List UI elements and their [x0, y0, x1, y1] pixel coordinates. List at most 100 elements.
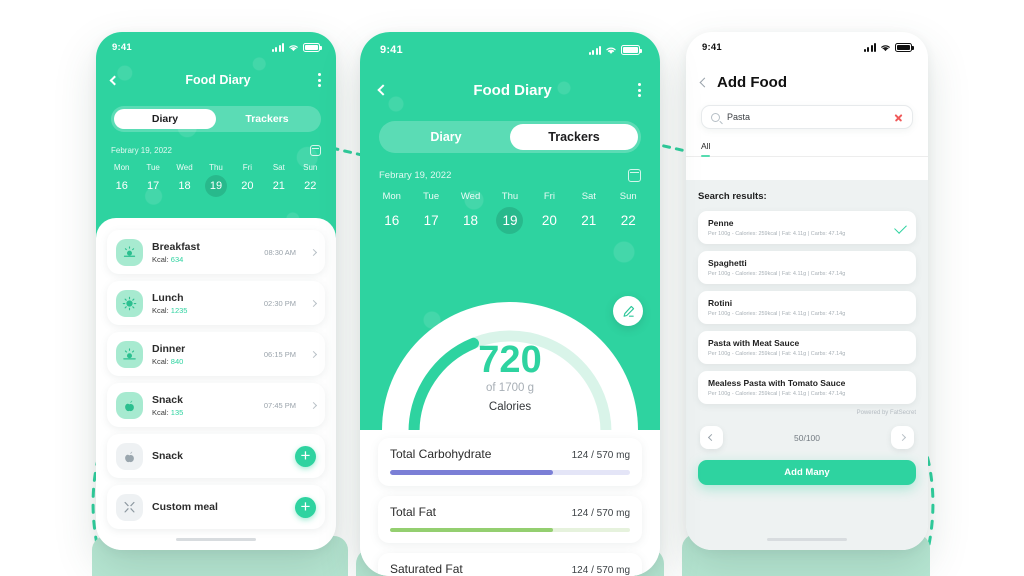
- day-cell-selected[interactable]: Thu 19: [200, 163, 231, 197]
- meal-time: 06:15 PM: [263, 349, 296, 359]
- nutrient-name: Total Carbohydrate: [390, 447, 492, 461]
- meal-name: Dinner: [152, 342, 186, 355]
- tab-trackers[interactable]: Trackers: [216, 109, 318, 129]
- next-page-button[interactable]: [891, 426, 914, 449]
- calorie-gauge: 720 of 1700 g Calories: [360, 296, 660, 562]
- tab-diary[interactable]: Diary: [114, 109, 216, 129]
- nutrient-progress-fill: [390, 470, 554, 475]
- meal-name: Breakfast: [152, 240, 200, 253]
- meal-row-snack[interactable]: Snack Kcal: 135 07:45 PM: [107, 383, 325, 427]
- day-cell-selected[interactable]: Thu 19: [490, 191, 529, 234]
- tab-trackers[interactable]: Trackers: [510, 124, 638, 150]
- result-meta: Per 100g - Calories: 259kcal | Fat: 4.11…: [708, 231, 846, 237]
- chevron-right-icon[interactable]: [309, 299, 318, 307]
- day-cell[interactable]: Sun 22: [609, 191, 648, 234]
- nutrient-card-total-fat[interactable]: Total Fat 124 / 570 mg: [378, 495, 642, 543]
- edit-goal-button[interactable]: [613, 296, 643, 326]
- nutrient-card-carbohydrate[interactable]: Total Carbohydrate 124 / 570 mg: [378, 438, 642, 486]
- meal-row-lunch[interactable]: Lunch Kcal: 1235 02:30 PM: [107, 281, 325, 325]
- chevron-left-icon: [707, 433, 716, 442]
- cutlery-icon: [116, 493, 143, 521]
- meal-kcal: Kcal: 1235: [152, 306, 255, 315]
- back-icon[interactable]: [377, 84, 389, 96]
- prev-page-button[interactable]: [700, 426, 723, 449]
- chevron-right-icon[interactable]: [309, 401, 318, 409]
- day-number: 16: [384, 213, 400, 228]
- meal-time: 07:45 PM: [263, 400, 296, 410]
- result-row-pasta-meat-sauce[interactable]: Pasta with Meat Sauce Per 100g - Calorie…: [698, 331, 916, 364]
- kebab-menu-icon[interactable]: [317, 73, 321, 87]
- chevron-right-icon[interactable]: [309, 248, 318, 256]
- day-of-week: Sat: [581, 191, 596, 202]
- meal-row-breakfast[interactable]: Breakfast Kcal: 634 08:30 AM: [107, 230, 325, 274]
- back-icon[interactable]: [109, 75, 120, 85]
- fruit-icon: [116, 391, 143, 419]
- day-cell[interactable]: Sun 22: [295, 163, 326, 197]
- add-snack-button[interactable]: [295, 445, 316, 467]
- tab-trackers-label: Trackers: [548, 130, 600, 144]
- search-field[interactable]: Pasta: [701, 105, 913, 129]
- phone-screen-diary: 9:41 Food Diary Diary Trackers Febrary 1…: [96, 32, 336, 550]
- page-indicator: 50/100: [794, 432, 820, 443]
- day-cell[interactable]: Tue 17: [137, 163, 168, 197]
- result-name: Spaghetti: [708, 258, 747, 268]
- result-text: Pasta with Meat Sauce Per 100g - Calorie…: [708, 338, 906, 357]
- add-custom-meal-button[interactable]: [295, 496, 316, 518]
- nutrient-card-saturated-fat[interactable]: Saturated Fat 124 / 570 mg: [378, 553, 642, 576]
- signal-bars-icon: [588, 45, 601, 55]
- result-row-rotini[interactable]: Rotini Per 100g - Calories: 259kcal | Fa…: [698, 291, 916, 324]
- nutrient-header: Saturated Fat 124 / 570 mg: [390, 562, 630, 576]
- chevron-right-icon: [898, 433, 907, 442]
- kcal-value: 840: [170, 356, 184, 366]
- result-row-mealess-pasta[interactable]: Mealess Pasta with Tomato Sauce Per 100g…: [698, 371, 916, 404]
- day-of-week: Thu: [209, 163, 223, 172]
- calendar-icon[interactable]: [310, 145, 321, 156]
- tab-trackers-label: Trackers: [245, 113, 289, 125]
- tab-diary[interactable]: Diary: [382, 124, 510, 150]
- gauge-readout: 720 of 1700 g Calories: [360, 340, 660, 413]
- day-cell[interactable]: Tue 17: [411, 191, 450, 234]
- day-number: 22: [304, 180, 317, 192]
- result-name: Pasta with Meat Sauce: [708, 338, 800, 348]
- result-text: Rotini Per 100g - Calories: 259kcal | Fa…: [708, 298, 906, 317]
- meal-time: 02:30 PM: [263, 298, 296, 308]
- back-icon[interactable]: [699, 77, 710, 88]
- gauge-caption: Calories: [488, 401, 532, 413]
- signal-bars-icon: [271, 42, 284, 52]
- kebab-menu-icon[interactable]: [638, 83, 641, 97]
- results-panel: Search results: Penne Per 100g - Calorie…: [686, 180, 928, 550]
- chevron-right-icon[interactable]: [309, 350, 318, 358]
- day-cell[interactable]: Sat 21: [569, 191, 608, 234]
- page-title: Food Diary: [185, 73, 251, 87]
- results-header: Search results:: [698, 191, 767, 202]
- day-cell[interactable]: Wed 18: [451, 191, 490, 234]
- meal-row-dinner[interactable]: Dinner Kcal: 840 06:15 PM: [107, 332, 325, 376]
- day-cell[interactable]: Fri 20: [232, 163, 263, 197]
- calendar-icon[interactable]: [628, 169, 641, 182]
- result-row-penne[interactable]: Penne Per 100g - Calories: 259kcal | Fat…: [698, 211, 916, 244]
- day-cell[interactable]: Wed 18: [169, 163, 200, 197]
- day-cell[interactable]: Mon 16: [372, 191, 411, 234]
- meal-row-custom-meal[interactable]: Custom meal: [107, 485, 325, 529]
- day-of-week: Fri: [242, 163, 253, 172]
- meal-kcal: Kcal: 840: [152, 357, 255, 366]
- result-name: Mealess Pasta with Tomato Sauce: [708, 378, 846, 388]
- search-input[interactable]: Pasta: [727, 112, 887, 122]
- day-cell[interactable]: Fri 20: [530, 191, 569, 234]
- day-cell[interactable]: Sat 21: [263, 163, 294, 197]
- meal-name: Custom meal: [152, 501, 218, 513]
- day-of-week: Tue: [146, 163, 160, 172]
- clear-x-icon[interactable]: [894, 113, 903, 122]
- page-title: Add Food: [717, 74, 787, 91]
- add-many-button[interactable]: Add Many: [698, 460, 916, 485]
- fruit-grey-icon: [116, 442, 143, 470]
- day-cell[interactable]: Mon 16: [106, 163, 137, 197]
- check-icon: [894, 221, 907, 234]
- tab-diary-label: Diary: [151, 113, 179, 125]
- day-of-week: Fri: [543, 191, 555, 202]
- result-name: Penne: [708, 218, 734, 228]
- filter-tab-all[interactable]: All: [701, 141, 711, 157]
- result-row-spaghetti[interactable]: Spaghetti Per 100g - Calories: 259kcal |…: [698, 251, 916, 284]
- battery-icon: [303, 42, 322, 52]
- meal-row-add-snack[interactable]: Snack: [107, 434, 325, 478]
